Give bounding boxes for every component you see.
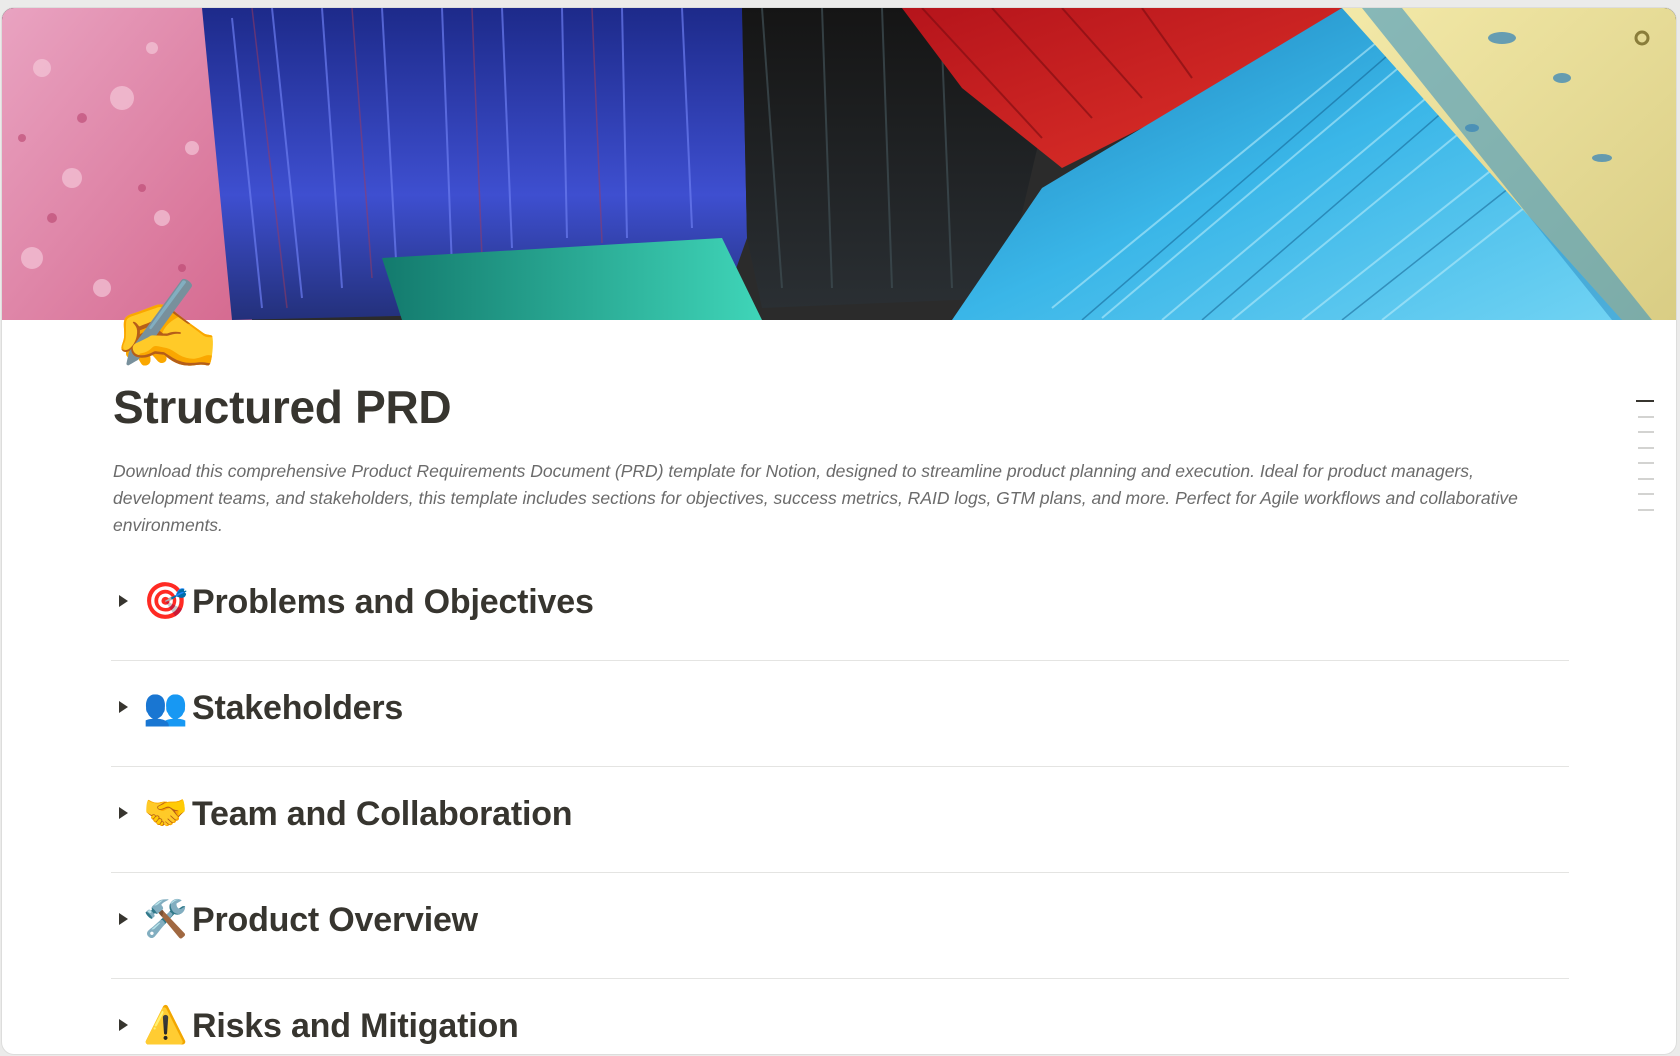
target-icon: 🎯 <box>143 581 188 622</box>
toggle-team-and-collaboration[interactable]: 🤝 Team and Collaboration <box>111 767 1569 873</box>
toggle-heading[interactable]: Risks and Mitigation <box>192 1001 519 1051</box>
toggle-arrow-icon[interactable] <box>119 1019 128 1031</box>
toggle-problems-and-objectives[interactable]: 🎯 Problems and Objectives <box>111 555 1569 661</box>
table-of-contents-minimap[interactable] <box>1636 400 1656 524</box>
toggle-product-overview[interactable]: 🛠️ Product Overview <box>111 873 1569 979</box>
toggle-heading[interactable]: Problems and Objectives <box>192 577 594 627</box>
toggle-heading[interactable]: Product Overview <box>192 895 478 945</box>
toc-marker[interactable] <box>1638 462 1654 464</box>
toc-marker[interactable] <box>1638 431 1654 433</box>
toggle-arrow-icon[interactable] <box>119 701 128 713</box>
toggle-heading[interactable]: Team and Collaboration <box>192 789 573 839</box>
notion-page: ✍️ Structured PRD Download this comprehe… <box>2 8 1676 1054</box>
toc-marker[interactable] <box>1638 415 1654 418</box>
tools-icon: 🛠️ <box>143 899 188 940</box>
toc-marker-active[interactable] <box>1636 400 1654 402</box>
warning-icon: ⚠️ <box>143 1005 188 1046</box>
page-title[interactable]: Structured PRD <box>113 380 452 434</box>
toggle-stakeholders[interactable]: 👥 Stakeholders <box>111 661 1569 767</box>
handshake-icon: 🤝 <box>143 793 188 834</box>
page-description[interactable]: Download this comprehensive Product Requ… <box>113 458 1523 539</box>
toggle-arrow-icon[interactable] <box>119 595 128 607</box>
toc-marker[interactable] <box>1638 446 1654 449</box>
toggle-risks-and-mitigation[interactable]: ⚠️ Risks and Mitigation <box>111 979 1569 1054</box>
toggle-heading[interactable]: Stakeholders <box>192 683 403 733</box>
toc-marker[interactable] <box>1638 493 1654 495</box>
people-icon: 👥 <box>143 687 188 728</box>
toggle-arrow-icon[interactable] <box>119 807 128 819</box>
toc-marker[interactable] <box>1638 477 1654 480</box>
writing-hand-icon[interactable]: ✍️ <box>112 270 222 380</box>
toc-marker[interactable] <box>1638 508 1654 511</box>
toggle-arrow-icon[interactable] <box>119 913 128 925</box>
cover-image[interactable] <box>2 8 1676 320</box>
toggle-list: 🎯 Problems and Objectives 👥 Stakeholders… <box>111 555 1569 1054</box>
